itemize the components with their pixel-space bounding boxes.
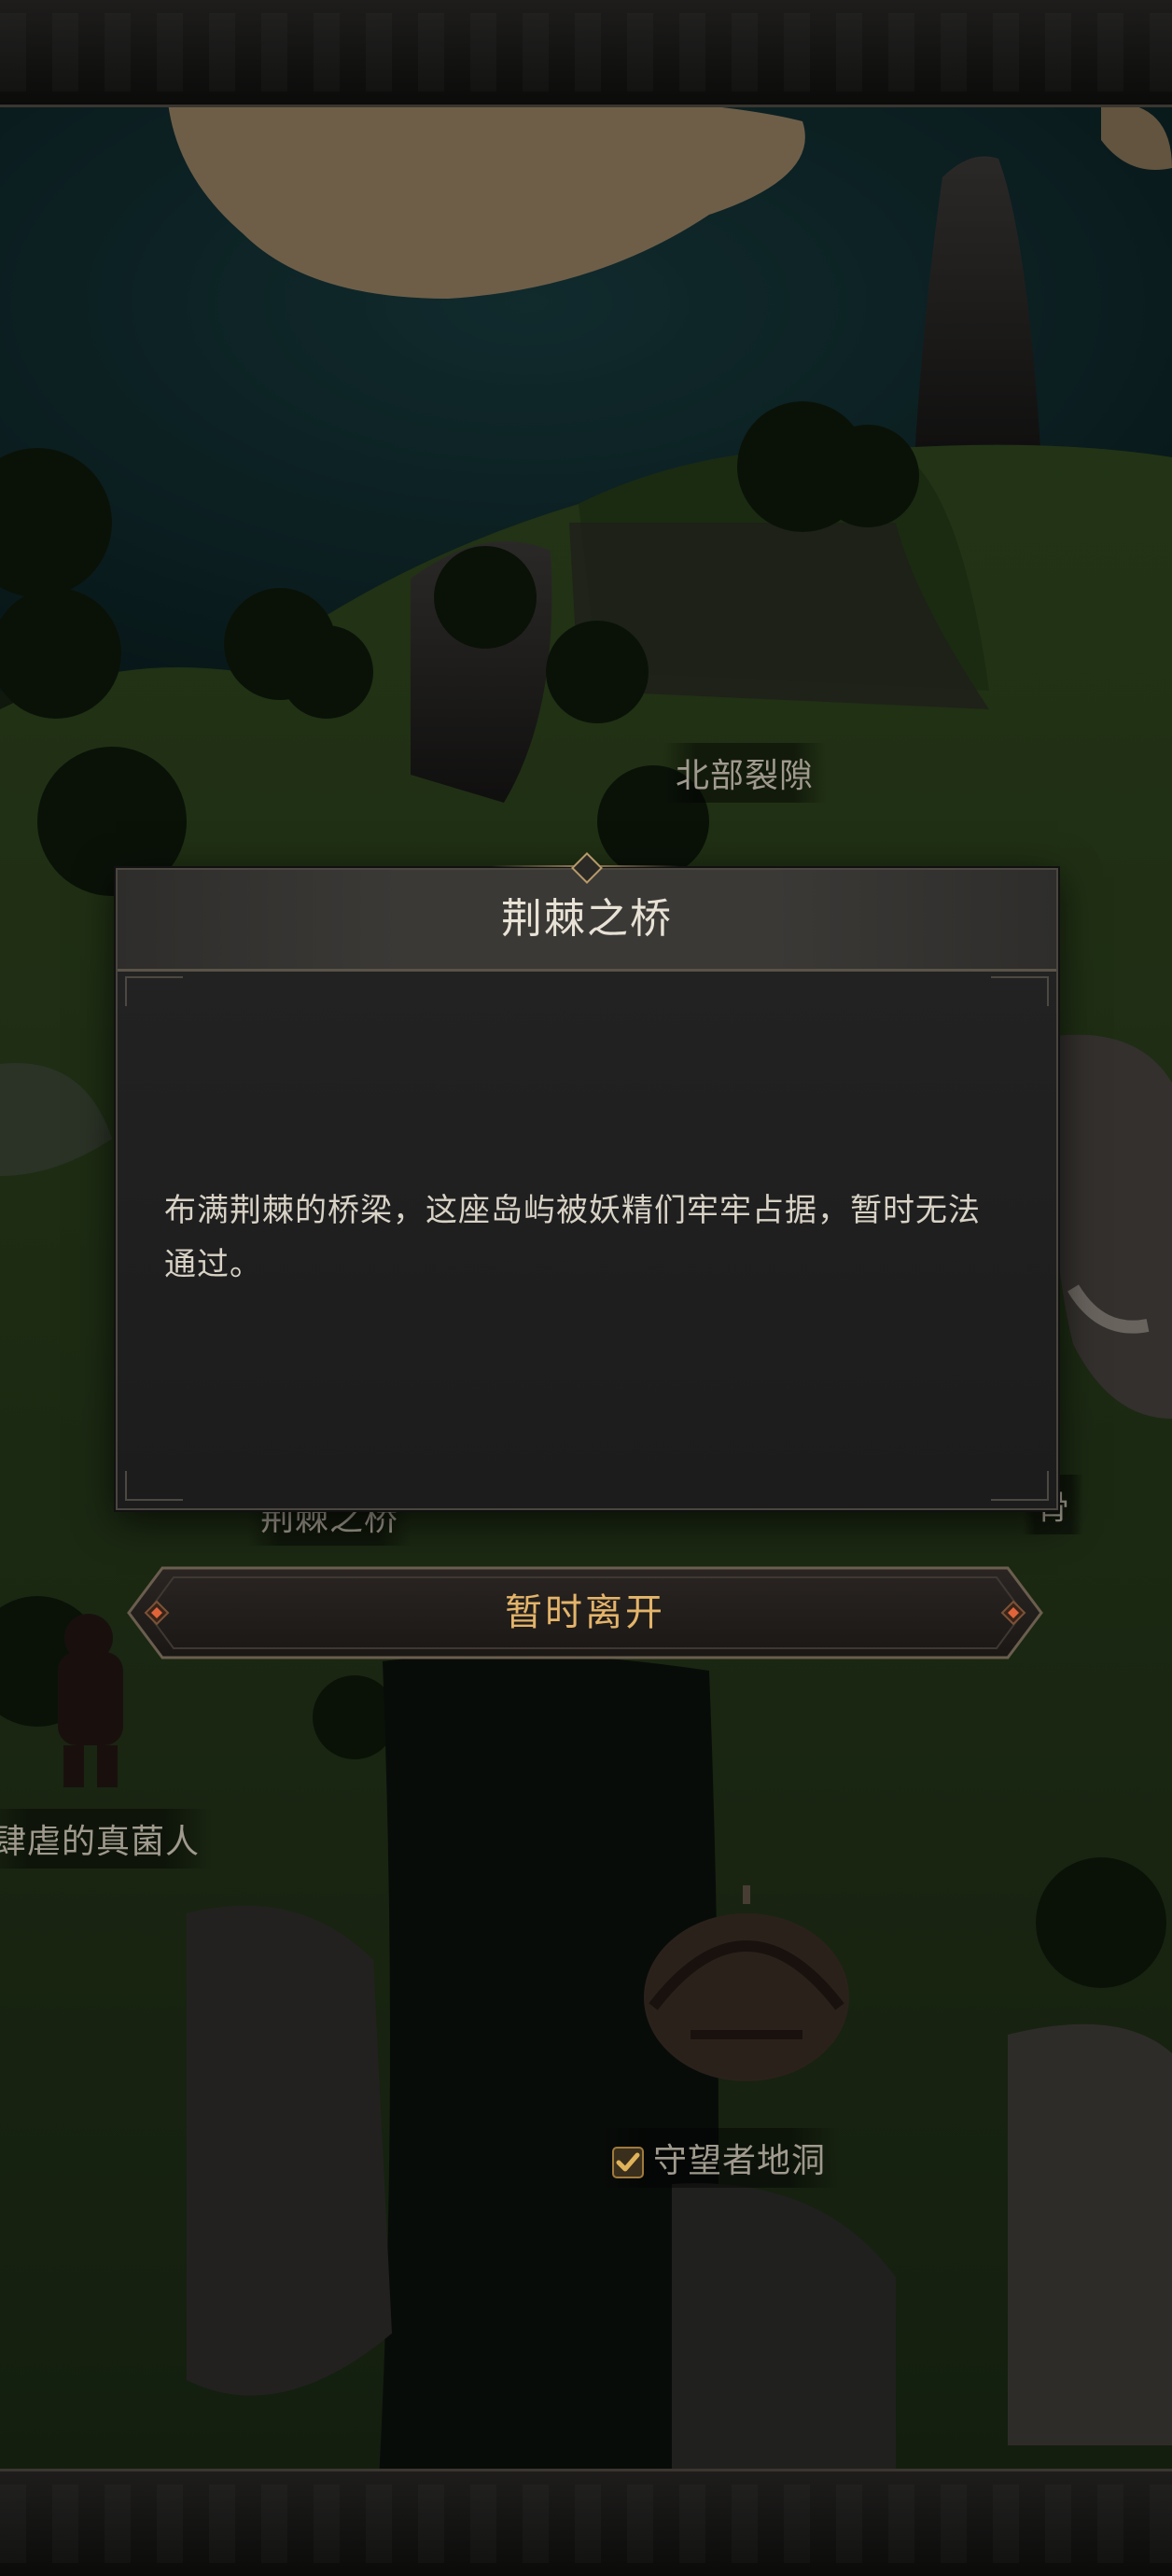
location-name: 守望者地洞 (653, 2142, 827, 2180)
location-dialog: 荆棘之桥 布满荆棘的桥梁，这座岛屿被妖精们牢牢占据，暂时无法通过。 (116, 852, 1058, 1510)
dialog-header: 荆棘之桥 (118, 852, 1056, 972)
map-label-fungal-man[interactable]: 肆虐的真菌人 (0, 1809, 214, 1869)
map-label-watcher-burrow[interactable]: 守望者地洞 (597, 2128, 840, 2188)
checkmark-icon (612, 2147, 644, 2178)
location-name: 肆虐的真菌人 (0, 1823, 201, 1861)
dialog-description: 布满荆棘的桥梁，这座岛屿被妖精们牢牢占据，暂时无法通过。 (164, 1192, 981, 1283)
leave-button[interactable]: 暂时离开 (125, 1564, 1045, 1661)
dialog-title: 荆棘之桥 (501, 895, 673, 943)
map-label-north-rift[interactable]: 北部裂隙 (663, 743, 828, 803)
top-frame (0, 0, 1172, 107)
location-name: 北部裂隙 (676, 757, 815, 795)
leave-button-label: 暂时离开 (505, 1591, 665, 1634)
bottom-frame (0, 2469, 1172, 2576)
